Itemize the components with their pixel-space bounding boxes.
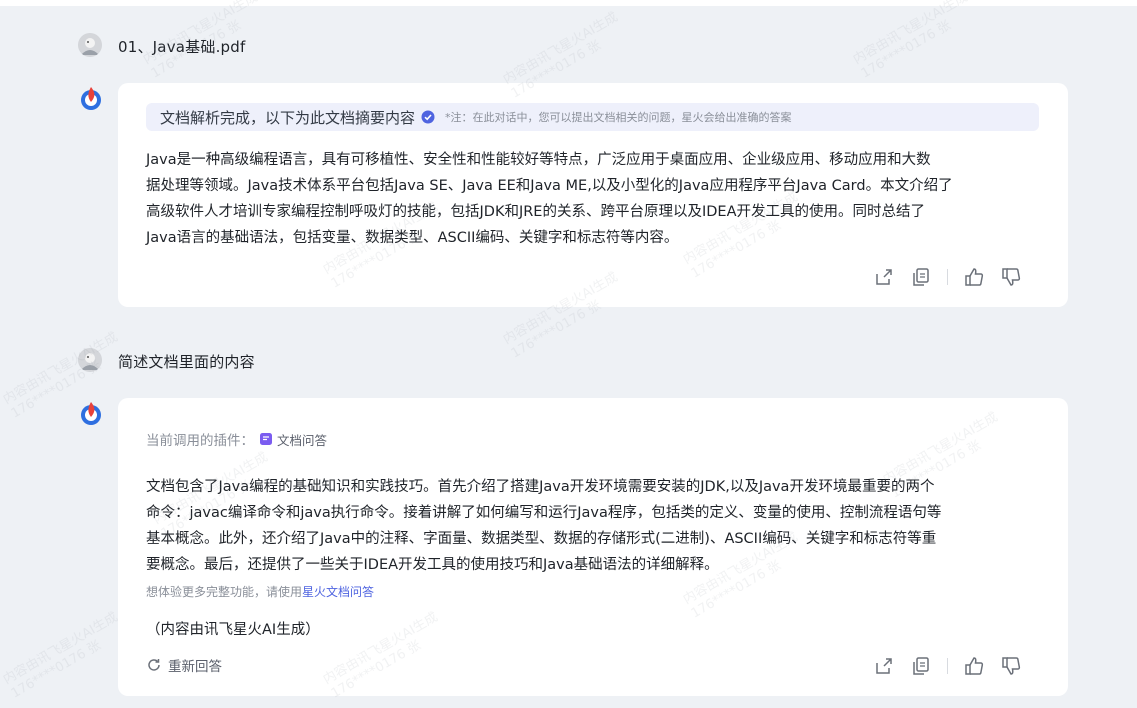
regenerate-button[interactable]: 重新回答 [146, 655, 222, 675]
summary-banner: 文档解析完成，以下为此文档摘要内容 *注：在此对话中，您可以提出文档相关的问题，… [146, 103, 1039, 131]
top-bar [0, 0, 1137, 6]
banner-note: *注：在此对话中，您可以提出文档相关的问题，星火会给出准确的答案 [445, 111, 792, 124]
share-icon[interactable] [873, 655, 895, 677]
summary-text: Java是一种高级编程语言，具有可移植性、安全性和性能较好等特点，广泛应用于桌面… [146, 147, 953, 251]
spark-bot-avatar-icon [78, 400, 104, 426]
regenerate-label: 重新回答 [168, 659, 222, 675]
plugin-badge: 文档问答 [260, 430, 327, 449]
response-actions [873, 655, 1022, 677]
thumbs-up-icon[interactable] [963, 266, 985, 288]
copy-icon[interactable] [910, 655, 932, 677]
thumbs-up-icon[interactable] [963, 655, 985, 677]
watermark: 内容由讯飞星火AI生成176****0176 张 [0, 609, 121, 702]
summary-line: Java语言的基础语法，包括变量、数据类型、ASCII编码、关键字和标志符等内容… [146, 230, 679, 246]
hint-text: 想体验更多完整功能，请使用 [146, 585, 303, 599]
bot-response-card: 当前调用的插件： 文档问答 文档包含了Java编程的基础知识和实践技巧。首先介绍… [118, 398, 1068, 696]
watermark: 内容由讯飞星火AI生成176****0176 张 [850, 0, 971, 82]
user-avatar [78, 33, 102, 57]
answer-line: 命令：javac编译命令和java执行命令。接着讲解了如何编写和运行Java程序… [146, 505, 942, 521]
copy-icon[interactable] [910, 266, 932, 288]
banner-title: 文档解析完成，以下为此文档摘要内容 [160, 108, 416, 127]
share-icon[interactable] [873, 266, 895, 288]
actions-divider [947, 658, 948, 674]
refresh-icon [148, 659, 160, 671]
actions-divider [947, 269, 948, 285]
answer-line: 基本概念。此外，还介绍了Java中的注释、字面量、数据类型、数据的存储形式(二进… [146, 531, 937, 547]
summary-line: Java是一种高级编程语言，具有可移植性、安全性和性能较好等特点，广泛应用于桌面… [146, 152, 931, 168]
bot-response-card: 文档解析完成，以下为此文档摘要内容 *注：在此对话中，您可以提出文档相关的问题，… [118, 83, 1068, 307]
answer-text: 文档包含了Java编程的基础知识和实践技巧。首先介绍了搭建Java开发环境需要安… [146, 474, 941, 578]
upgrade-hint: 想体验更多完整功能，请使用星火文档问答 [146, 583, 374, 600]
plugin-indicator: 当前调用的插件： 文档问答 [146, 429, 327, 450]
plugin-name: 文档问答 [277, 432, 328, 448]
ai-generated-note: （内容由讯飞星火AI生成） [146, 622, 320, 638]
doc-qa-plugin-icon [260, 433, 272, 445]
watermark: 内容由讯飞星火AI生成176****0176 张 [0, 329, 121, 422]
summary-line: 据处理等领域。Java技术体系平台包括Java SE、Java EE和Java … [146, 178, 953, 194]
user-message: 01、Java基础.pdf [118, 38, 246, 56]
summary-line: 高级软件人才培训专家编程控制呼吸灯的技能，包括JDK和JRE的关系、跨平台原理以… [146, 204, 925, 220]
user-message: 简述文档里面的内容 [118, 353, 255, 371]
verified-check-icon [421, 110, 435, 124]
answer-line: 要概念。最后，还提供了一些关于IDEA开发工具的使用技巧和Java基础语法的详细… [146, 557, 719, 573]
spark-bot-avatar-icon [78, 85, 104, 111]
user-avatar [78, 348, 102, 372]
plugin-label: 当前调用的插件： [146, 433, 254, 449]
answer-line: 文档包含了Java编程的基础知识和实践技巧。首先介绍了搭建Java开发环境需要安… [146, 479, 935, 495]
thumbs-down-icon[interactable] [1000, 655, 1022, 677]
thumbs-down-icon[interactable] [1000, 266, 1022, 288]
doc-qa-link[interactable]: 星火文档问答 [302, 585, 374, 599]
response-actions [873, 266, 1022, 288]
